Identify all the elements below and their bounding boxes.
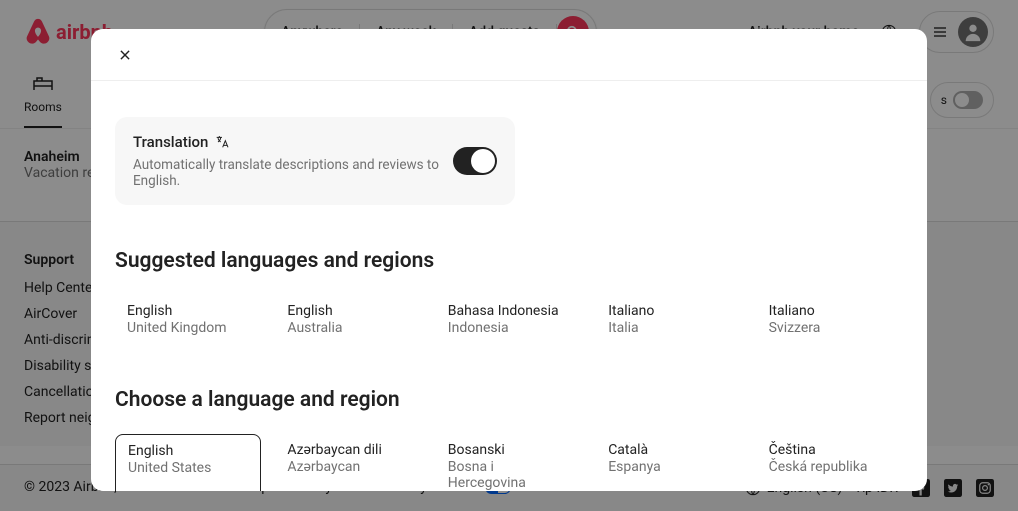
language-region: Česká republika xyxy=(769,459,891,475)
language-option[interactable]: EnglishUnited Kingdom xyxy=(115,295,261,344)
translation-title: Translation xyxy=(133,133,453,151)
language-region: Svizzera xyxy=(769,320,891,336)
language-option[interactable]: BosanskiBosna i Hercegovina xyxy=(436,434,582,491)
language-name: English xyxy=(287,303,409,319)
language-option[interactable]: ČeštinaČeská republika xyxy=(757,434,903,491)
suggested-section-title: Suggested languages and regions xyxy=(115,249,903,273)
language-region: Indonesia xyxy=(448,320,570,336)
modal-header xyxy=(91,29,927,81)
language-name: Italiano xyxy=(769,303,891,319)
language-name: Bosanski xyxy=(448,442,570,458)
choose-section-title: Choose a language and region xyxy=(115,388,903,412)
language-option[interactable]: ItalianoSvizzera xyxy=(757,295,903,344)
language-name: Azərbaycan dili xyxy=(287,442,409,458)
translation-card: Translation Automatically translate desc… xyxy=(115,117,515,205)
suggested-languages-grid: EnglishUnited KingdomEnglishAustraliaBah… xyxy=(115,295,903,344)
language-region: Azərbaycan xyxy=(287,459,409,475)
translate-icon xyxy=(214,134,230,150)
language-option[interactable]: ItalianoItalia xyxy=(596,295,742,344)
language-region: Bosna i Hercegovina xyxy=(448,459,570,491)
language-option[interactable]: CatalàEspanya xyxy=(596,434,742,491)
language-region: United Kingdom xyxy=(127,320,249,336)
language-option[interactable]: Azərbaycan diliAzərbaycan xyxy=(275,434,421,491)
check-icon xyxy=(476,155,490,169)
language-name: English xyxy=(127,303,249,319)
close-icon xyxy=(118,48,132,62)
language-name: Bahasa Indonesia xyxy=(448,303,570,319)
language-region: Australia xyxy=(287,320,409,336)
language-option[interactable]: EnglishAustralia xyxy=(275,295,421,344)
language-option[interactable]: Bahasa IndonesiaIndonesia xyxy=(436,295,582,344)
language-region: Italia xyxy=(608,320,730,336)
language-option[interactable]: EnglishUnited States xyxy=(115,434,261,491)
language-modal: Translation Automatically translate desc… xyxy=(91,29,927,491)
language-name: Italiano xyxy=(608,303,730,319)
modal-body: Translation Automatically translate desc… xyxy=(91,81,927,491)
language-name: English xyxy=(128,443,248,459)
language-region: Espanya xyxy=(608,459,730,475)
language-name: Čeština xyxy=(769,442,891,458)
all-languages-grid: EnglishUnited StatesAzərbaycan diliAzərb… xyxy=(115,434,903,491)
translation-toggle[interactable] xyxy=(453,147,497,175)
language-name: Català xyxy=(608,442,730,458)
language-region: United States xyxy=(128,460,248,476)
translation-subtitle: Automatically translate descriptions and… xyxy=(133,157,453,189)
close-button[interactable] xyxy=(111,41,139,69)
